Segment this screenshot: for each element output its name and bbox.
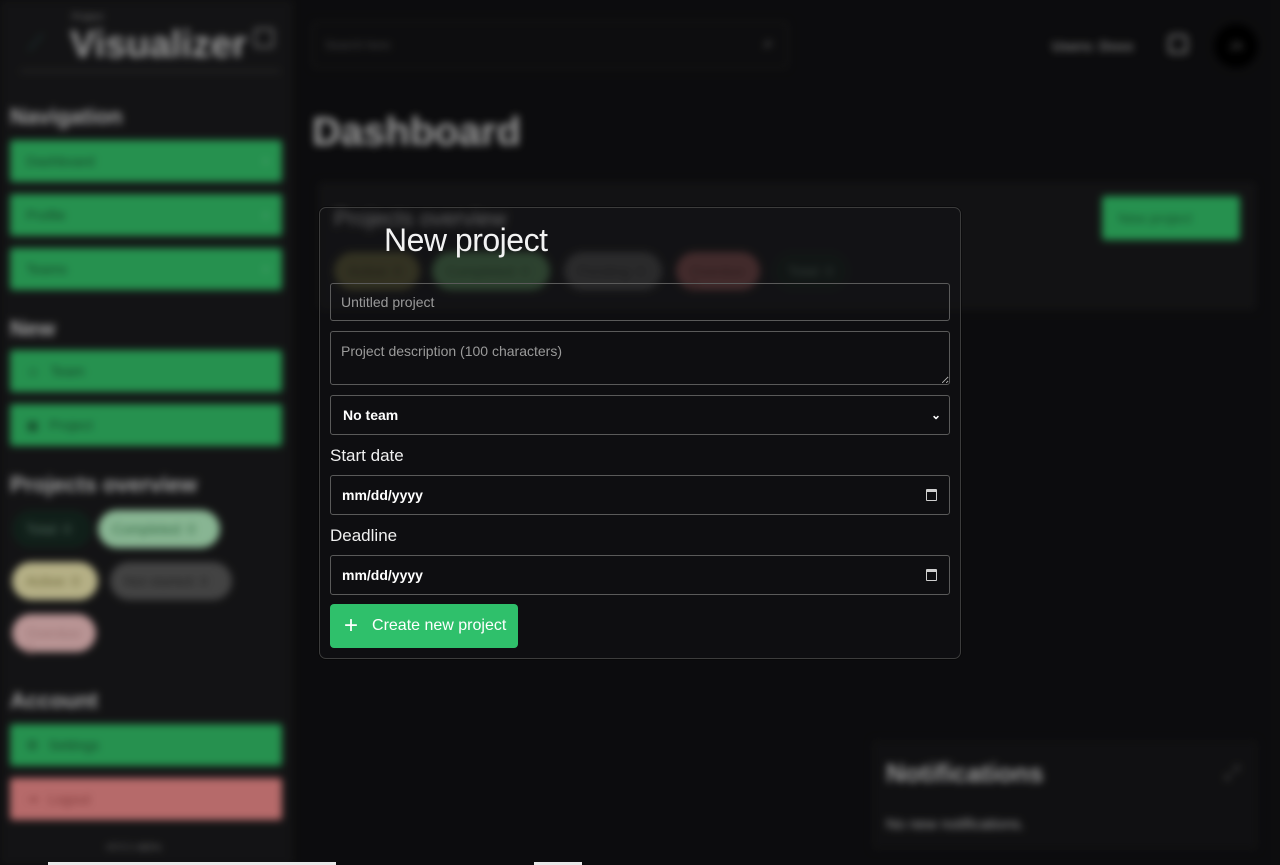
create-project-label: Create new project <box>372 617 507 634</box>
create-project-button[interactable]: + Create new project <box>330 604 518 648</box>
chevron-down-icon: ⌄ <box>930 408 941 422</box>
new-project-modal: New project No team ⌄ Start date mm/dd/y… <box>319 207 961 659</box>
project-description-input[interactable] <box>330 331 950 385</box>
calendar-icon[interactable] <box>926 489 937 501</box>
start-date-input[interactable]: mm/dd/yyyy <box>330 475 950 515</box>
deadline-label: Deadline <box>330 526 398 545</box>
project-name-input[interactable] <box>330 283 950 321</box>
team-select[interactable]: No team ⌄ <box>330 395 950 435</box>
start-date-label: Start date <box>330 446 404 465</box>
deadline-input[interactable]: mm/dd/yyyy <box>330 555 950 595</box>
calendar-icon[interactable] <box>926 569 937 581</box>
modal-title: New project <box>384 222 548 258</box>
deadline-value: mm/dd/yyyy <box>342 567 423 583</box>
plus-icon: + <box>344 612 359 639</box>
start-date-value: mm/dd/yyyy <box>342 487 423 503</box>
team-select-value: No team <box>343 407 399 423</box>
